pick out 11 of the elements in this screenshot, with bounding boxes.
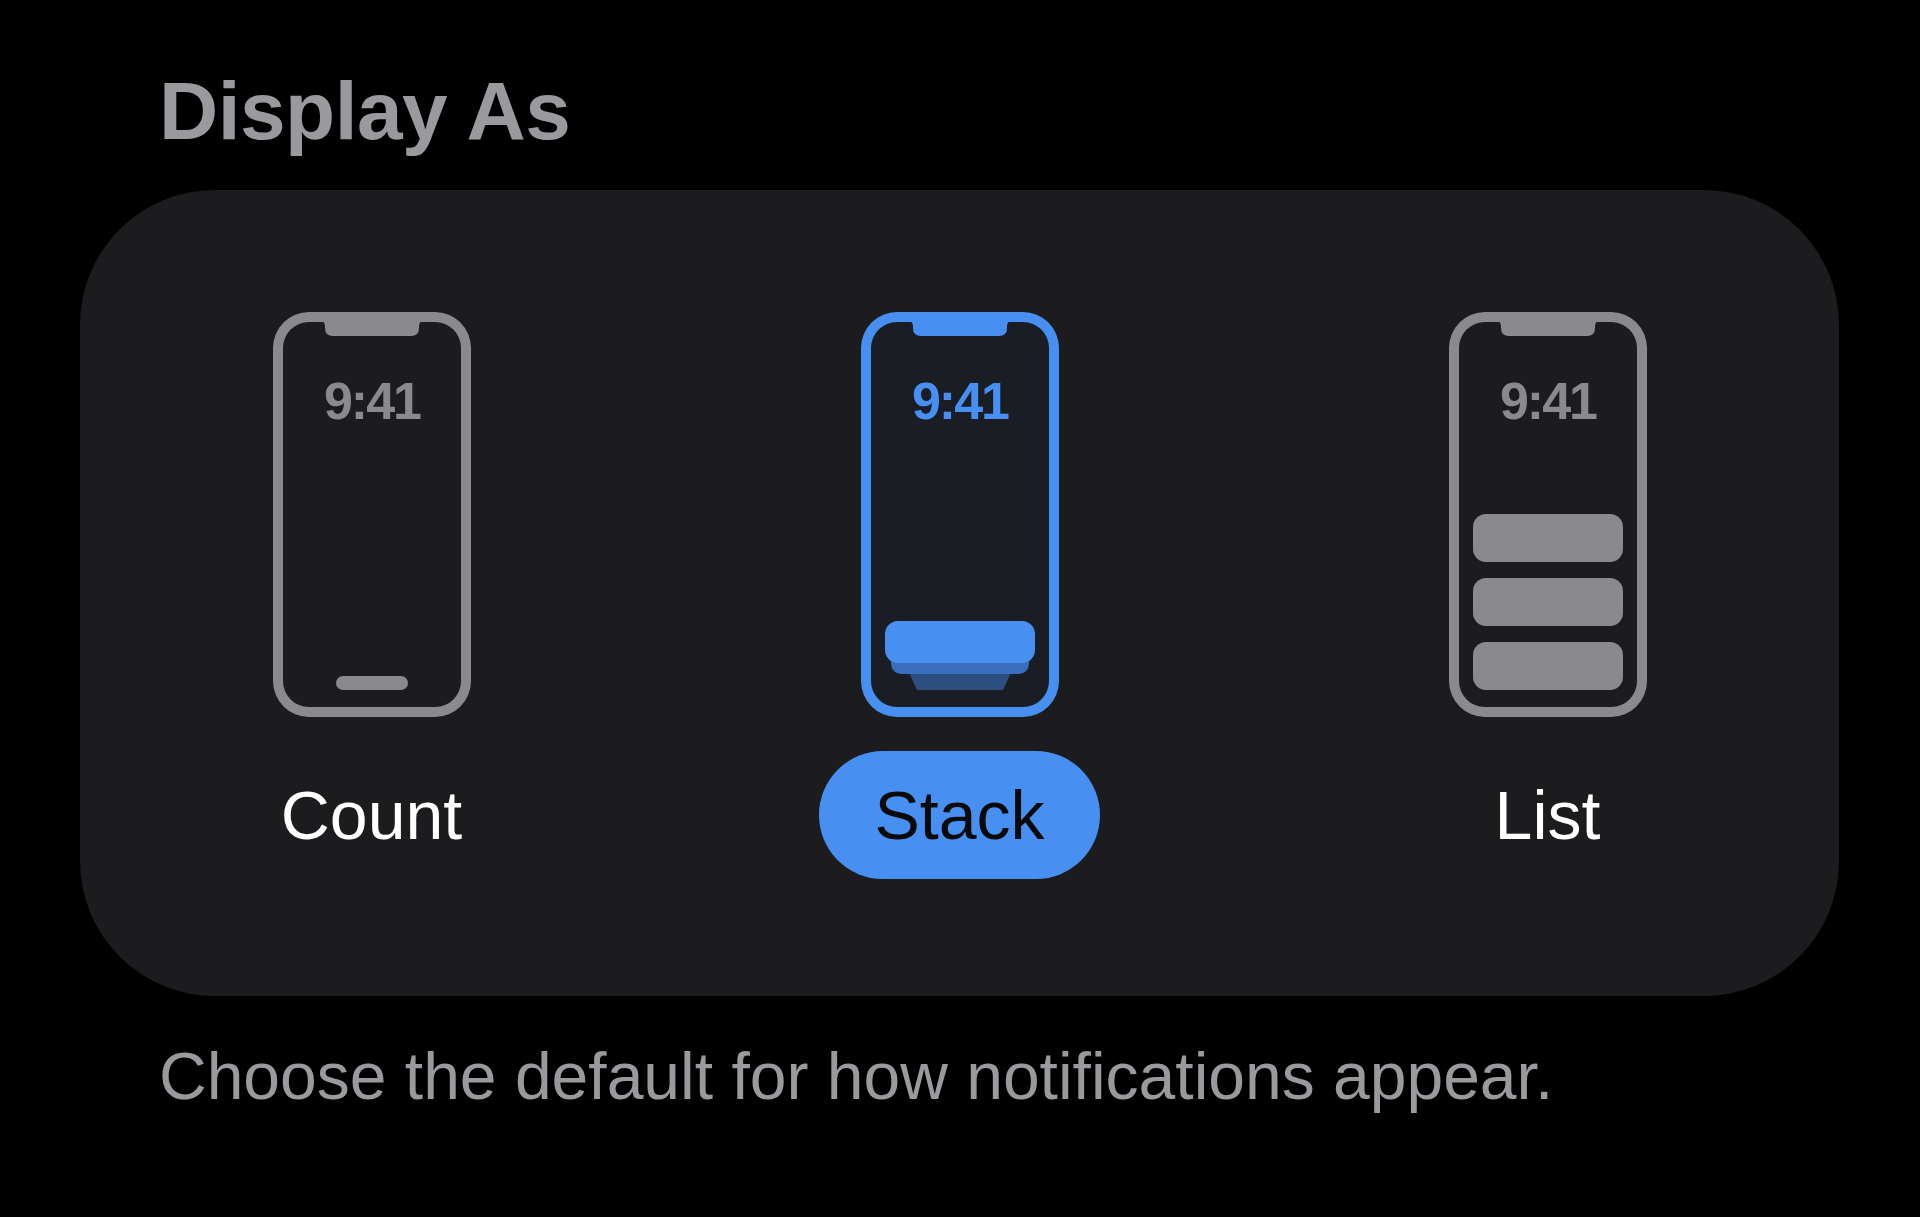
- phone-illustration[interactable]: [272, 312, 471, 718]
- clock-text: 9:41: [323, 372, 420, 431]
- section-title: Display As: [159, 64, 571, 158]
- phone-illustration[interactable]: [1448, 312, 1647, 718]
- clock-text: 9:41: [911, 372, 1008, 431]
- clock-text: 9:41: [1499, 372, 1596, 431]
- option-button[interactable]: Count: [225, 751, 518, 880]
- option-button[interactable]: Stack: [819, 751, 1100, 880]
- phone-illustration[interactable]: [860, 312, 1059, 718]
- option-button[interactable]: List: [1439, 751, 1656, 880]
- footer-text: Choose the default for how notifications appear.: [159, 1038, 1554, 1116]
